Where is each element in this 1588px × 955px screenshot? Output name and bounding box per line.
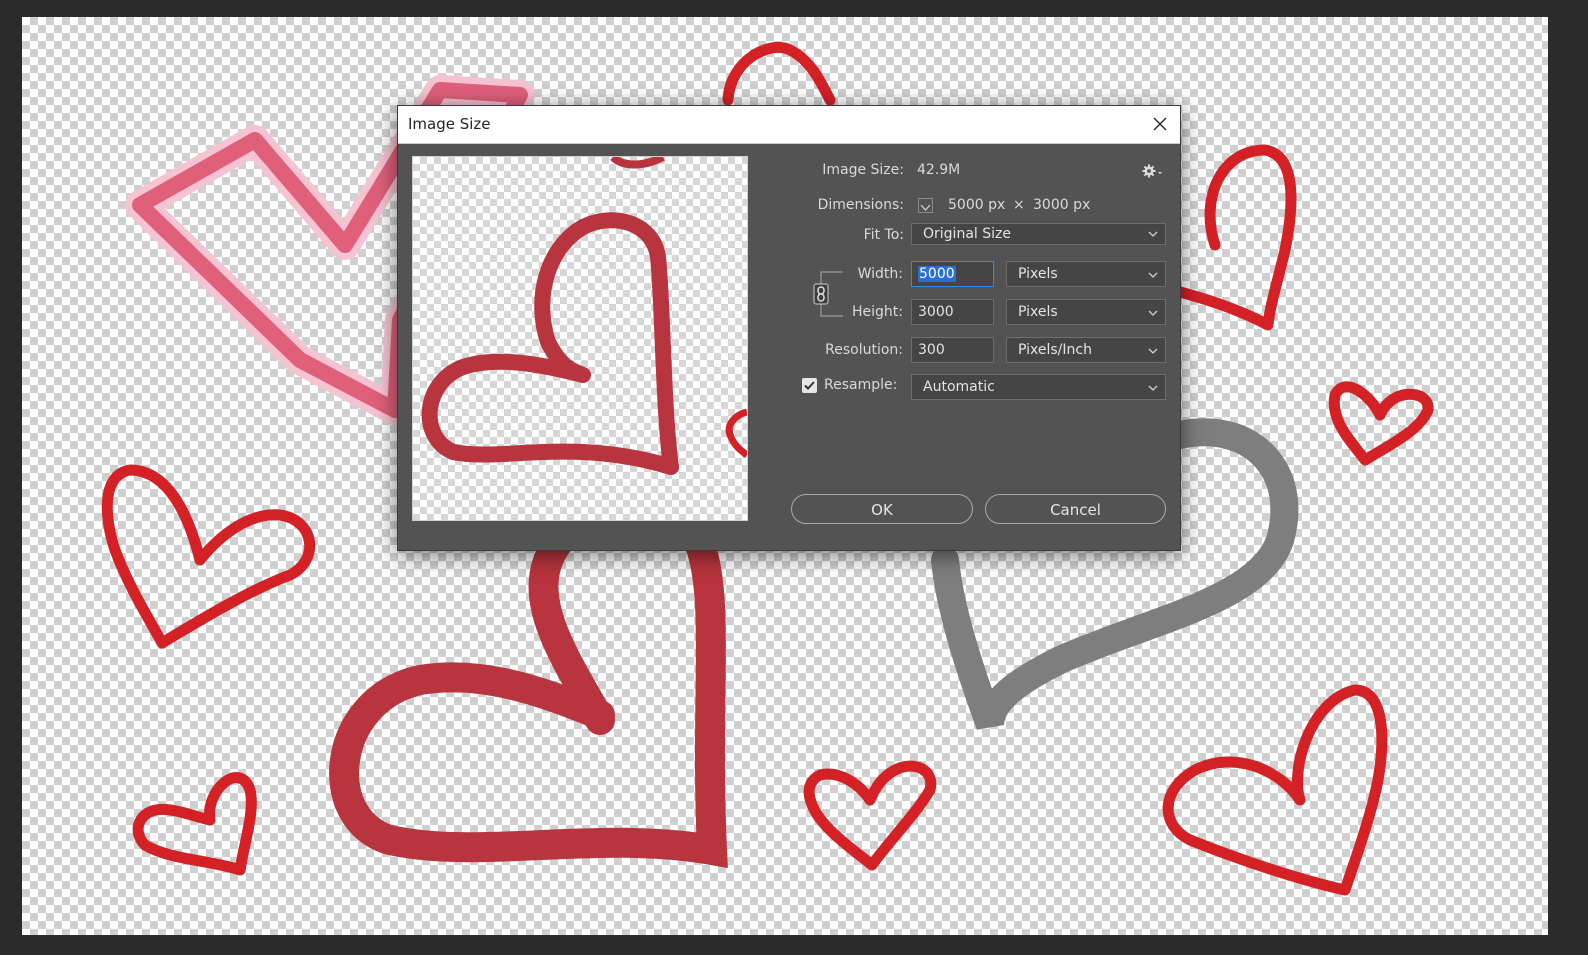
constrain-proportions-toggle[interactable] (813, 283, 829, 305)
height-input[interactable]: 3000 (911, 299, 994, 325)
chevron-down-icon (1148, 231, 1158, 237)
red-heart-top-right (1174, 144, 1297, 331)
red-heart-bottom-center (803, 760, 937, 871)
width-label: Width: (857, 266, 903, 282)
red-heart-small-right (1328, 381, 1434, 466)
settings-button[interactable] (1142, 163, 1162, 182)
fit-to-dropdown[interactable]: Original Size (911, 223, 1166, 245)
height-value: 3000 (918, 304, 954, 320)
chevron-down-icon (1148, 272, 1158, 278)
width-unit-dropdown[interactable]: Pixels (1006, 261, 1166, 287)
close-button[interactable] (1140, 106, 1180, 143)
fit-to-value: Original Size (923, 226, 1011, 242)
dimensions-unit-dropdown[interactable] (918, 198, 933, 213)
resample-label: Resample: (824, 377, 898, 393)
dialog-title-bar: Image Size (398, 106, 1180, 144)
cancel-button[interactable]: Cancel (985, 494, 1166, 524)
ok-button[interactable]: OK (791, 494, 973, 524)
image-size-value: 42.9M (917, 162, 961, 178)
resample-value: Automatic (923, 379, 995, 395)
preview-heart-artwork (421, 157, 747, 475)
checkmark-icon (804, 381, 815, 390)
red-heart-top-center (722, 41, 836, 106)
red-heart-bottom-right (1162, 684, 1388, 896)
chevron-down-icon (1148, 348, 1158, 354)
cancel-button-label: Cancel (1050, 501, 1101, 519)
resolution-unit-dropdown[interactable]: Pixels/Inch (1006, 337, 1166, 363)
dialog-title: Image Size (408, 115, 491, 133)
red-heart-left (101, 464, 316, 649)
height-unit-value: Pixels (1018, 304, 1058, 320)
height-unit-dropdown[interactable]: Pixels (1006, 299, 1166, 325)
resample-dropdown[interactable]: Automatic (911, 374, 1166, 400)
width-value: 5000 (918, 266, 956, 282)
chain-link-icon (813, 283, 829, 305)
resolution-input[interactable]: 300 (911, 337, 994, 363)
image-size-label: Image Size: (822, 162, 904, 178)
dimensions-separator: × (1013, 197, 1025, 213)
chevron-down-icon (1148, 310, 1158, 316)
width-unit-value: Pixels (1018, 266, 1058, 282)
resolution-unit-value: Pixels/Inch (1018, 342, 1092, 358)
dimensions-width-value: 5000 px (948, 197, 1006, 213)
close-icon (1153, 117, 1167, 131)
chevron-down-icon (920, 204, 931, 211)
ok-button-label: OK (871, 501, 893, 519)
red-heart-bottom-left (132, 772, 257, 876)
height-label: Height: (852, 304, 903, 320)
width-input[interactable]: 5000 (911, 261, 994, 287)
image-preview[interactable] (412, 156, 748, 521)
image-size-dialog: Image Size Image Size: 42.9M Dimensions:… (397, 105, 1181, 551)
large-rose-heart (329, 525, 728, 869)
dimensions-height-value: 3000 px (1033, 197, 1091, 213)
resolution-label: Resolution: (825, 342, 903, 358)
resolution-value: 300 (918, 342, 945, 358)
fit-to-label: Fit To: (863, 227, 904, 243)
chevron-down-icon (1148, 385, 1158, 391)
gear-icon (1142, 164, 1162, 178)
dimensions-label: Dimensions: (817, 197, 904, 213)
resample-checkbox[interactable] (802, 378, 817, 393)
